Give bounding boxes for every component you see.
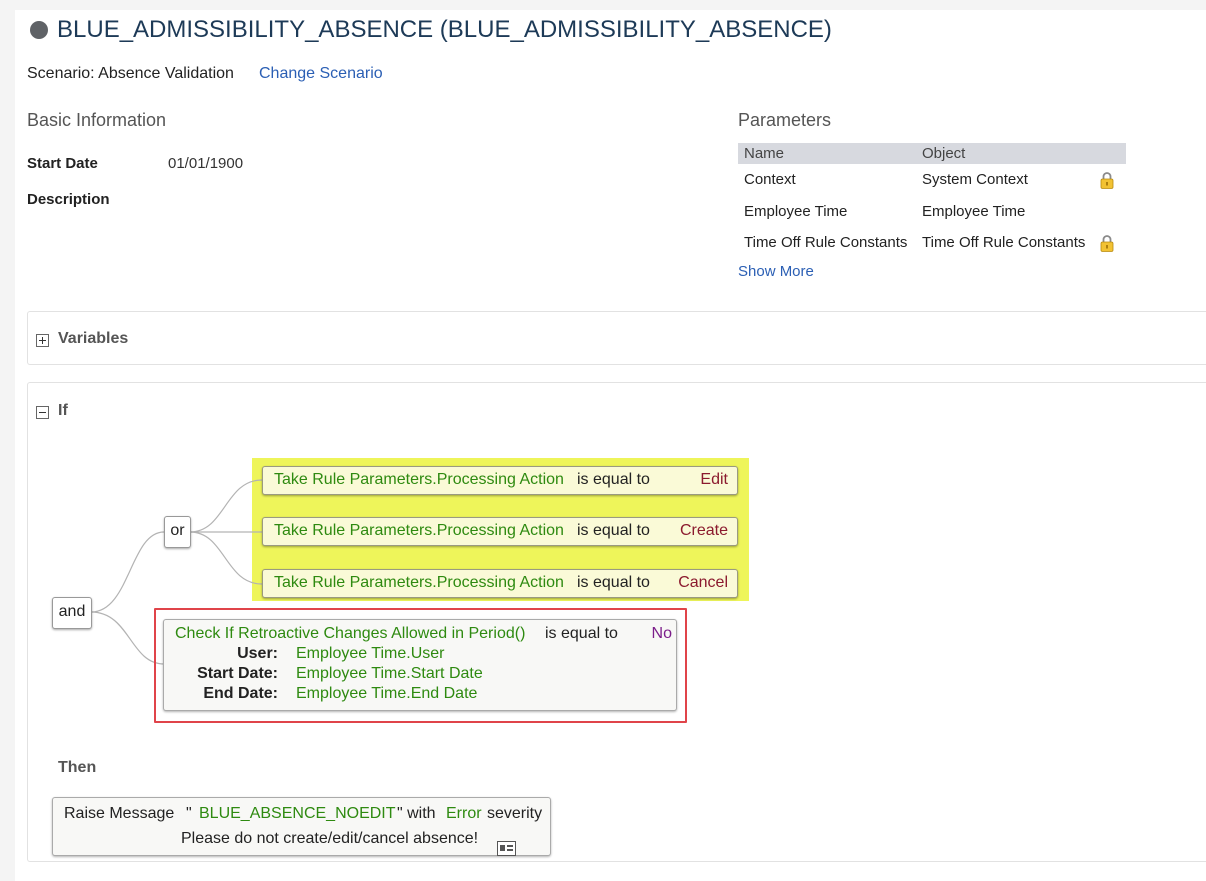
condition-expression: Take Rule Parameters.Processing Action [274, 471, 564, 488]
check-expression: Check If Retroactive Changes Allowed in … [175, 625, 526, 642]
condition-value: Cancel [678, 574, 728, 591]
start-date-value: 01/01/1900 [168, 155, 244, 172]
param-name: Employee Time [744, 203, 848, 220]
condition-operator: is equal to [577, 471, 650, 488]
and-operator-node[interactable]: and [52, 597, 92, 629]
status-dot-icon [30, 21, 48, 39]
condition-expression: Take Rule Parameters.Processing Action [274, 574, 564, 591]
check-value: No [651, 625, 672, 642]
condition-edit[interactable]: Take Rule Parameters.Processing Action i… [262, 466, 738, 495]
severity-value: Error [446, 805, 482, 822]
condition-cancel[interactable]: Take Rule Parameters.Processing Action i… [262, 569, 738, 598]
param-end-date-label: End Date: [203, 685, 278, 702]
condition-expression: Take Rule Parameters.Processing Action [274, 522, 564, 539]
column-name-header: Name [744, 145, 785, 162]
check-operator: is equal to [545, 625, 618, 642]
retroactive-check-condition[interactable]: Check If Retroactive Changes Allowed in … [163, 619, 677, 711]
open-quote: " [186, 805, 192, 822]
or-operator-node[interactable]: or [164, 516, 191, 548]
expand-icon[interactable] [36, 334, 49, 347]
message-details-icon[interactable] [497, 841, 516, 856]
change-scenario-link[interactable]: Change Scenario [259, 65, 383, 83]
raise-message-label: Raise Message [64, 805, 175, 822]
raise-message-action[interactable]: Raise Message " BLUE_ABSENCE_NOEDIT " wi… [52, 797, 551, 856]
parameters-title: Parameters [738, 110, 832, 130]
param-name: Time Off Rule Constants [744, 234, 908, 251]
variables-title: Variables [58, 330, 129, 347]
param-end-date-value: Employee Time.End Date [296, 685, 478, 702]
column-object-header: Object [922, 145, 966, 162]
variables-panel: Variables [27, 311, 1206, 365]
start-date-label: Start Date [27, 155, 98, 172]
condition-operator: is equal to [577, 522, 650, 539]
param-object: Time Off Rule Constants [922, 234, 1086, 251]
param-object: Employee Time [922, 203, 1026, 220]
message-key: BLUE_ABSENCE_NOEDIT [199, 805, 396, 822]
condition-create[interactable]: Take Rule Parameters.Processing Action i… [262, 517, 738, 546]
show-more-link[interactable]: Show More [738, 263, 814, 280]
param-start-date-value: Employee Time.Start Date [296, 665, 483, 682]
scenario-label: Scenario: Absence Validation [27, 65, 234, 82]
severity-label: severity [487, 805, 543, 822]
param-user-label: User: [237, 645, 278, 662]
condition-value: Create [679, 522, 728, 539]
lock-icon [1100, 172, 1114, 189]
param-user-value: Employee Time.User [296, 645, 445, 662]
param-name: Context [744, 171, 796, 188]
message-text: Please do not create/edit/cancel absence… [181, 830, 479, 847]
with-label: " with [397, 805, 436, 822]
lock-icon [1100, 235, 1114, 252]
collapse-icon[interactable] [36, 406, 49, 419]
basic-information-title: Basic Information [27, 110, 167, 130]
then-title: Then [58, 759, 97, 776]
condition-value: Edit [700, 471, 728, 488]
page-title: BLUE_ADMISSIBILITY_ABSENCE (BLUE_ADMISSI… [57, 16, 832, 43]
param-object: System Context [922, 171, 1028, 188]
param-start-date-label: Start Date: [197, 665, 278, 682]
parameters-table-header: Name Object [738, 143, 1126, 164]
if-title: If [58, 402, 68, 419]
description-label: Description [27, 191, 110, 208]
condition-operator: is equal to [577, 574, 650, 591]
